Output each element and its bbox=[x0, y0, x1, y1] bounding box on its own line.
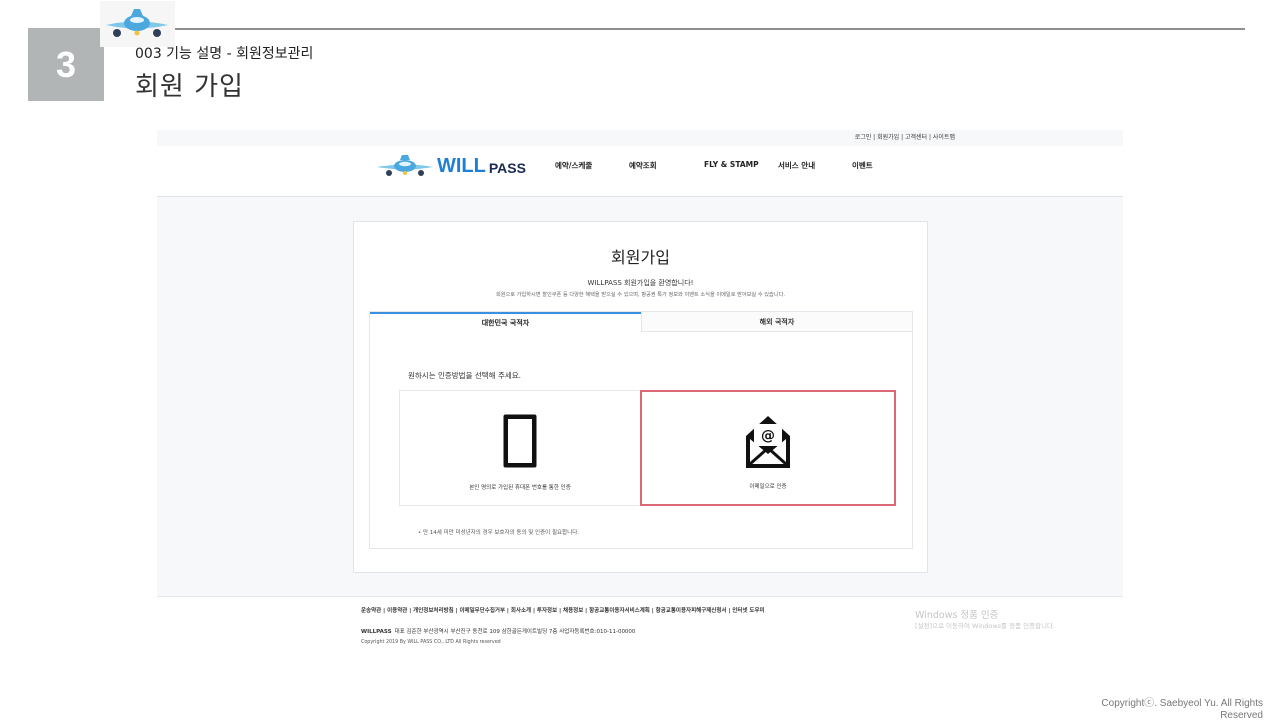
nav-reservation-schedule[interactable]: 예약/스케줄 bbox=[555, 160, 592, 171]
slide-title: 회원 가입 bbox=[135, 72, 244, 102]
phone-verification-option[interactable]: 본인 명의로 가입된 휴대폰 번호를 통한 인증 bbox=[399, 390, 641, 506]
slide-copyright: Copyrightⓒ. Saebyeol Yu. All Rights Rese… bbox=[1101, 698, 1263, 721]
footer-links[interactable]: 운송약관 | 이용약관 | 개인정보처리방침 | 이메일무단수집거부 | 회사소… bbox=[361, 606, 765, 614]
signup-card: 회원가입 WILLPASS 회원가입을 환영합니다! 회원으로 가입하시면 할인… bbox=[353, 221, 928, 573]
nav-reservation-lookup[interactable]: 예약조회 bbox=[629, 160, 657, 171]
tab-foreign-citizen[interactable]: 해외 국적자 bbox=[641, 312, 912, 332]
brand-will-text: WILL bbox=[437, 154, 486, 177]
airplane-icon bbox=[106, 9, 168, 37]
email-verification-option[interactable]: @ 이메일으로 인증 bbox=[640, 390, 896, 506]
phone-verification-label: 본인 명의로 가입된 휴대폰 번호를 통한 인증 bbox=[469, 485, 571, 491]
tab-korean-citizen[interactable]: 대한민국 국적자 bbox=[370, 312, 641, 332]
utility-links[interactable]: 로그인 | 회원가입 | 고객센터 | 사이트맵 bbox=[855, 132, 955, 141]
nav-events[interactable]: 이벤트 bbox=[852, 160, 873, 171]
brand-pass-text: PASS bbox=[488, 160, 526, 176]
minor-consent-note: • 만 14세 미만 미성년자의 경우 보호자의 동의 및 인증이 필요합니다. bbox=[418, 530, 580, 536]
slide-number-badge: 3 bbox=[28, 28, 104, 101]
airplane-logo-icon bbox=[377, 155, 433, 176]
verification-panel: 대한민국 국적자 해외 국적자 원하시는 인증방법을 선택해 주세요. 본인 명… bbox=[369, 311, 913, 549]
airplane-logo bbox=[100, 1, 175, 47]
footer-company-info: WILLPASS 대표 김준한 부산광역시 부산진구 동천로 109 삼한골든게이… bbox=[361, 627, 635, 635]
windows-activation-subtitle: [설정]으로 이동하여 Windows를 정품 인증합니다. bbox=[915, 622, 1056, 630]
verification-prompt: 원하시는 인증방법을 선택해 주세요. bbox=[408, 371, 522, 380]
header-divider bbox=[175, 28, 1245, 30]
smartphone-icon bbox=[503, 414, 537, 468]
windows-activation-title: Windows 정품 인증 bbox=[915, 610, 999, 621]
welcome-message: WILLPASS 회원가입을 환영합니다! bbox=[587, 279, 694, 287]
email-verification-label: 이메일으로 인증 bbox=[749, 484, 787, 490]
nav-fly-stamp[interactable]: FLY & STAMP bbox=[704, 160, 759, 169]
signup-title: 회원가입 bbox=[611, 248, 670, 267]
footer-company-name: WILLPASS bbox=[361, 629, 392, 635]
slide-number: 3 bbox=[55, 43, 77, 85]
email-envelope-icon: @ bbox=[746, 416, 790, 468]
signup-page-screenshot: 로그인 | 회원가입 | 고객센터 | 사이트맵 WILL PASS 예약/스케… bbox=[157, 130, 1123, 674]
svg-text:@: @ bbox=[761, 428, 775, 444]
footer-company-details: 대표 김준한 부산광역시 부산진구 동천로 109 삼한골든게이트빌딩 7층 사… bbox=[394, 629, 636, 635]
nav-service-guide[interactable]: 서비스 안내 bbox=[778, 160, 815, 171]
signup-description: 회원으로 가입하시면 할인쿠폰 등 다양한 혜택을 받으실 수 있으며, 항공권… bbox=[495, 292, 786, 298]
site-footer: 운송약관 | 이용약관 | 개인정보처리방침 | 이메일무단수집거부 | 회사소… bbox=[157, 596, 1123, 674]
footer-copyright: Copyright 2019 By WILL PASS CO., LTD All… bbox=[361, 640, 501, 645]
willpass-logo[interactable]: WILL PASS bbox=[375, 152, 526, 180]
site-header: WILL PASS 예약/스케줄 예약조회 FLY & STAMP 서비스 안내… bbox=[157, 146, 1123, 197]
slide-subtitle: 003 기능 설명 - 회원정보관리 bbox=[135, 46, 314, 62]
